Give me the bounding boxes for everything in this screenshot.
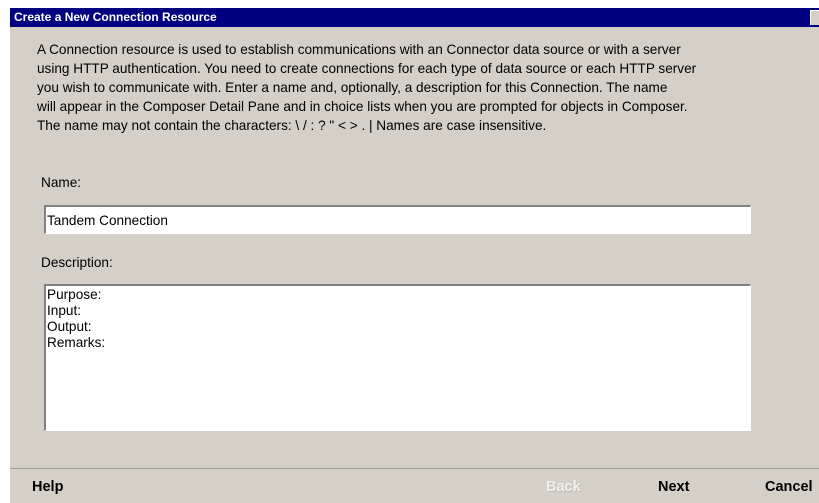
title-bar-corner — [810, 10, 819, 25]
create-connection-dialog: Create a New Connection Resource A Conne… — [0, 0, 819, 503]
window-edge — [0, 0, 10, 503]
description-label: Description: — [41, 255, 113, 270]
name-label: Name: — [41, 175, 82, 190]
back-button: Back — [546, 479, 581, 495]
intro-text: A Connection resource is used to establi… — [37, 42, 697, 133]
next-button[interactable]: Next — [658, 478, 689, 496]
description-textarea[interactable]: Purpose: Input: Output: Remarks: — [44, 284, 751, 431]
title-bar: Create a New Connection Resource — [10, 8, 819, 27]
dialog-title: Create a New Connection Resource — [14, 10, 217, 24]
content-panel: A Connection resource is used to establi… — [10, 27, 819, 468]
footer-bar: Help Back Next Cancel — [10, 468, 819, 503]
help-button[interactable]: Help — [32, 478, 63, 496]
cancel-button[interactable]: Cancel — [765, 478, 813, 496]
name-input[interactable] — [44, 205, 751, 234]
